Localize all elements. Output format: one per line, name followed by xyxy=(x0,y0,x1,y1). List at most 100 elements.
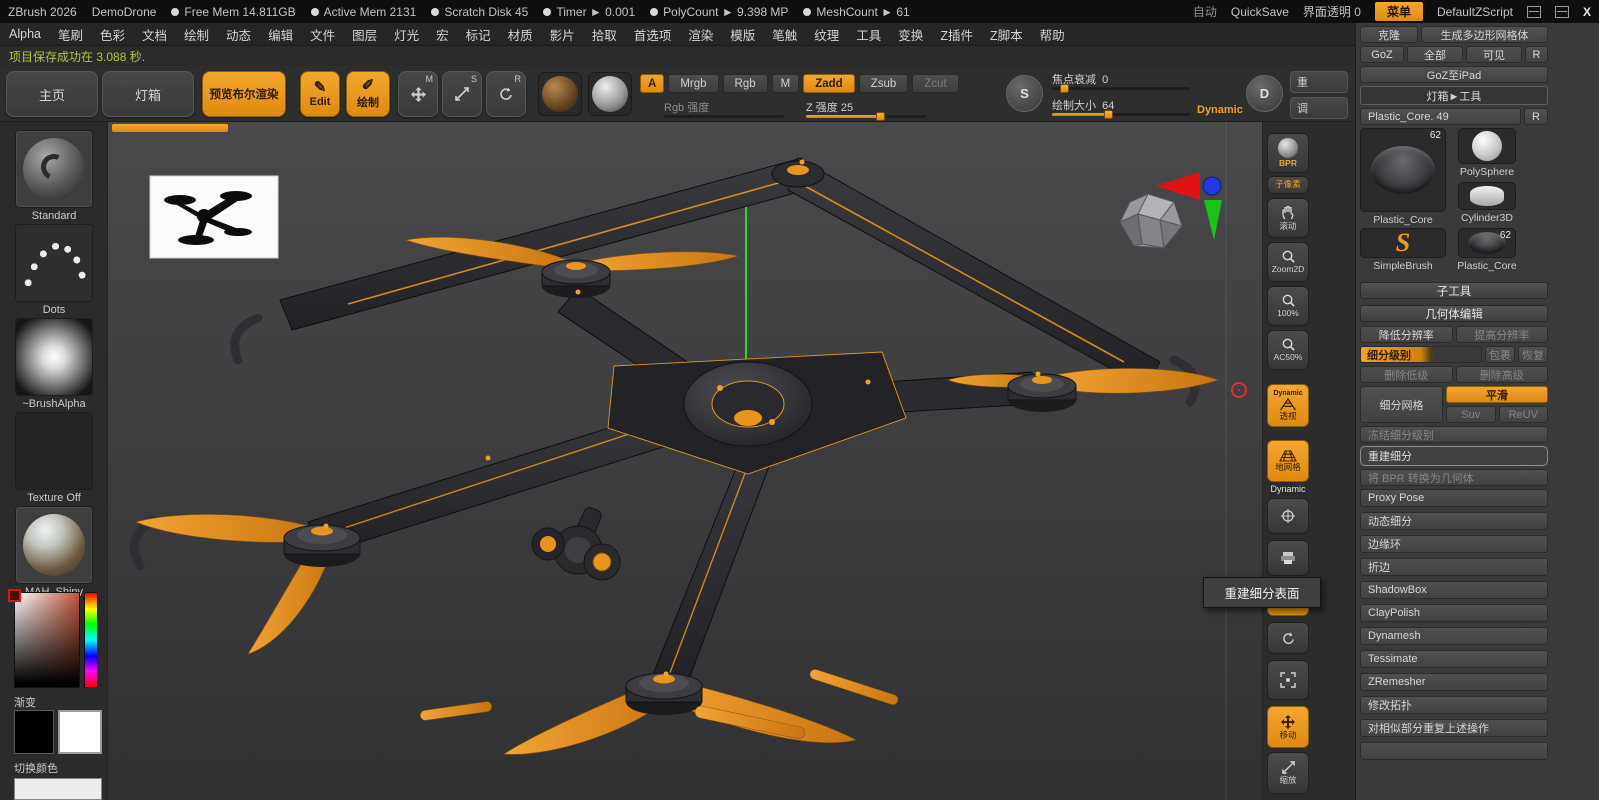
zcut-button[interactable]: Zcut xyxy=(912,74,959,93)
rgb-intensity-slider[interactable] xyxy=(664,115,784,118)
menu-edit[interactable]: 编辑 xyxy=(268,25,293,44)
color-well[interactable] xyxy=(14,778,102,800)
lower-res-button[interactable]: 降低分辨率 xyxy=(1360,326,1453,343)
menu-stencil[interactable]: 模版 xyxy=(730,25,755,44)
tool-thumb-cylinder3d[interactable] xyxy=(1458,182,1516,210)
perspective-button[interactable]: Dynamic 透视 xyxy=(1267,384,1309,427)
brush-selector[interactable] xyxy=(15,130,93,208)
lightbox-tool-button[interactable]: 灯箱►工具 xyxy=(1360,86,1548,105)
color-picker-square[interactable] xyxy=(14,592,80,688)
section-repeat-similar[interactable]: 对相似部分重复上述操作 xyxy=(1360,719,1548,737)
mrgb-button[interactable]: Mrgb xyxy=(668,74,719,93)
suv-button[interactable]: Suv xyxy=(1446,406,1496,423)
canvas-viewport[interactable] xyxy=(108,122,1262,800)
sdiv-slider[interactable]: 细分级别 xyxy=(1360,346,1482,363)
tool-thumb-polysphere[interactable] xyxy=(1458,128,1516,164)
hue-strip[interactable] xyxy=(84,592,98,688)
higher-res-button[interactable]: 提高分辨率 xyxy=(1455,326,1548,343)
section-edge-loop[interactable]: 边缘环 xyxy=(1360,535,1548,553)
edit-button[interactable]: ✎ Edit xyxy=(300,71,340,117)
rgb-button[interactable]: Rgb xyxy=(722,74,768,93)
menu-brush[interactable]: 笔刷 xyxy=(58,25,83,44)
scroll-button[interactable]: 滚动 xyxy=(1267,198,1309,238)
clone-button[interactable]: 克隆 xyxy=(1360,26,1418,43)
spix-button[interactable]: 子像素 xyxy=(1267,176,1309,194)
menu-light[interactable]: 灯光 xyxy=(394,25,419,44)
tool-thumb-simplebrush[interactable]: S xyxy=(1360,228,1446,258)
menu-dynamics[interactable]: 动态 xyxy=(226,25,251,44)
focal-shift-slider[interactable] xyxy=(1052,84,1190,93)
menu-stroke[interactable]: 笔触 xyxy=(772,25,797,44)
zsub-button[interactable]: Zsub xyxy=(858,74,909,93)
channel-a-button[interactable]: A xyxy=(640,74,665,93)
zadd-button[interactable]: Zadd xyxy=(803,74,855,93)
gradient-label[interactable]: 渐变 xyxy=(14,694,94,710)
texture-selector[interactable] xyxy=(15,412,93,490)
rotate-button[interactable]: R xyxy=(486,71,526,117)
clipped-top-button[interactable]: 重 xyxy=(1290,71,1348,93)
scale-button[interactable]: S xyxy=(442,71,482,117)
quicksave-button[interactable]: QuickSave xyxy=(1231,5,1289,19)
section-proxy-pose[interactable]: Proxy Pose xyxy=(1360,489,1548,507)
menu-zscript[interactable]: Z脚本 xyxy=(990,25,1023,44)
m-button[interactable]: M xyxy=(771,74,800,93)
menu-layer[interactable]: 图层 xyxy=(352,25,377,44)
menu-transform[interactable]: 变换 xyxy=(898,25,923,44)
refresh-view-button[interactable] xyxy=(1267,622,1309,654)
material-thumbnail[interactable] xyxy=(538,72,582,116)
zscript-label[interactable]: DefaultZScript xyxy=(1437,5,1513,19)
menu-macro[interactable]: 宏 xyxy=(436,25,449,44)
palette-icon[interactable] xyxy=(1554,5,1569,18)
menu-zplugin[interactable]: Z插件 xyxy=(940,25,973,44)
menu-picker[interactable]: 拾取 xyxy=(592,25,617,44)
goz-button[interactable]: GoZ xyxy=(1360,46,1404,63)
menu-material[interactable]: 材质 xyxy=(508,25,533,44)
menu-help[interactable]: 帮助 xyxy=(1040,25,1065,44)
active-tool-button[interactable]: Plastic_Core. 49 xyxy=(1360,108,1521,125)
delete-lower-button[interactable]: 删除低级 xyxy=(1360,366,1453,383)
menu-tool[interactable]: 工具 xyxy=(856,25,881,44)
local-symmetry-button[interactable] xyxy=(1267,498,1309,534)
menu-document[interactable]: 文档 xyxy=(142,25,167,44)
floor-grid-button[interactable]: 地网格 xyxy=(1267,440,1309,482)
move-view-button[interactable]: 移动 xyxy=(1267,706,1309,748)
bpr-render-button[interactable]: BPR xyxy=(1267,133,1309,173)
home-button[interactable]: 主页 xyxy=(6,71,98,117)
menu-texture[interactable]: 纹理 xyxy=(814,25,839,44)
menu-movie[interactable]: 影片 xyxy=(550,25,575,44)
lightbox-button[interactable]: 灯箱 xyxy=(102,71,194,117)
ui-opacity-label[interactable]: 界面透明 0 xyxy=(1303,3,1361,20)
stroke-selector[interactable] xyxy=(15,224,93,302)
restore-button[interactable]: 恢复 xyxy=(1518,346,1548,363)
section-clipped[interactable] xyxy=(1360,742,1548,760)
divide-button[interactable]: 细分网格 xyxy=(1360,386,1443,423)
menu-file[interactable]: 文件 xyxy=(310,25,335,44)
goz-all-button[interactable]: 全部 xyxy=(1407,46,1463,63)
section-shadowbox[interactable]: ShadowBox xyxy=(1360,581,1548,599)
goz-r-button[interactable]: R xyxy=(1525,46,1548,63)
convert-bpr-button[interactable]: 将 BPR 转换为几何体 xyxy=(1360,469,1548,486)
tool-r-button[interactable]: R xyxy=(1524,108,1548,125)
menu-button[interactable]: 菜单 xyxy=(1374,2,1423,21)
section-dynamesh[interactable]: Dynamesh xyxy=(1360,627,1548,645)
tool-thumb-plastic-core-2[interactable]: 62 xyxy=(1458,228,1516,258)
section-crease[interactable]: 折边 xyxy=(1360,558,1548,576)
section-dynamic-subdiv[interactable]: 动态细分 xyxy=(1360,512,1548,530)
freeze-subdiv-button[interactable]: 冻结细分级别 xyxy=(1360,426,1548,443)
geometry-section-header[interactable]: 几何体编辑 xyxy=(1360,305,1548,322)
section-tessimate[interactable]: Tessimate xyxy=(1360,650,1548,668)
move-button[interactable]: M xyxy=(398,71,438,117)
secondary-color-swatch[interactable] xyxy=(58,710,102,754)
clipped-bottom-button[interactable]: 调 xyxy=(1290,97,1348,119)
section-claypolish[interactable]: ClayPolish xyxy=(1360,604,1548,622)
make-polymesh-button[interactable]: 生成多边形网格体 xyxy=(1421,26,1548,43)
main-color-swatch[interactable] xyxy=(14,710,54,754)
doc-icon[interactable] xyxy=(1526,5,1541,18)
subtool-section-header[interactable]: 子工具 xyxy=(1360,282,1548,299)
preview-boolean-button[interactable]: 预览布尔渲染 xyxy=(202,71,286,117)
delete-higher-button[interactable]: 删除高级 xyxy=(1455,366,1548,383)
section-modify-topology[interactable]: 修改拓扑 xyxy=(1360,696,1548,714)
switch-color-button[interactable]: 切换颜色 xyxy=(14,760,104,776)
cage-button[interactable]: 包裹 xyxy=(1485,346,1515,363)
alpha-selector[interactable] xyxy=(15,318,93,396)
